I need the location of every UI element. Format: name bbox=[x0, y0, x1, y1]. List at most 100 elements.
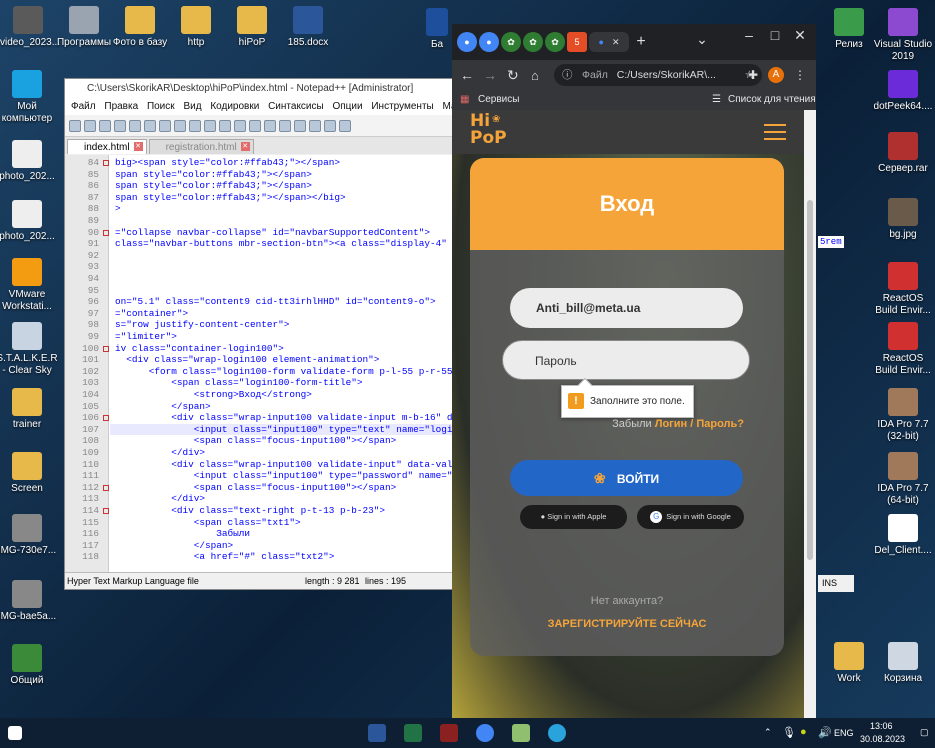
volume-icon[interactable]: 🔊 bbox=[818, 726, 832, 739]
desktop-icon[interactable]: trainer bbox=[0, 388, 58, 431]
desktop-icon[interactable]: Фото в базу bbox=[112, 6, 168, 49]
new-tab-button[interactable]: + bbox=[631, 32, 651, 52]
forward-icon[interactable]: → bbox=[483, 67, 497, 83]
browser-tab[interactable]: ● bbox=[457, 32, 477, 52]
extensions-icon[interactable]: ✚ bbox=[748, 68, 758, 82]
desktop-icon[interactable]: dotPeek64.... bbox=[872, 70, 934, 113]
browser-window[interactable]: ● ● ✿ ✿ ✿ 5 ● ✕ + ⌄ – □ ✕ ← → ↻ ⌂ ⓘ Файл … bbox=[452, 24, 816, 718]
cut-icon[interactable] bbox=[159, 119, 171, 132]
desktop-icon[interactable]: VMware Workstati... bbox=[0, 258, 58, 313]
browser-tab[interactable]: 5 bbox=[567, 32, 587, 52]
desktop-icon[interactable]: hiPoP bbox=[224, 6, 280, 49]
bookmark-reading-list[interactable]: Список для чтения bbox=[728, 90, 816, 110]
browser-tab[interactable]: ● bbox=[479, 32, 499, 52]
menu-file[interactable]: Файл bbox=[71, 101, 96, 112]
desktop-icon[interactable]: Visual Studio 2019 bbox=[872, 8, 934, 63]
close-tab-icon[interactable]: ✕ bbox=[240, 142, 250, 151]
page-scrollbar[interactable] bbox=[804, 110, 816, 718]
menu-icon[interactable]: ⋮ bbox=[794, 68, 806, 82]
chevron-up-icon[interactable]: ⌃ bbox=[764, 727, 772, 738]
desktop-icon[interactable]: Программы bbox=[56, 6, 112, 49]
copy-icon[interactable] bbox=[174, 119, 186, 132]
desktop-icon[interactable]: Work bbox=[818, 642, 880, 685]
notepadpp-taskbar-icon[interactable] bbox=[512, 724, 530, 742]
lang-indicator[interactable]: ENG bbox=[834, 728, 854, 738]
paragraph-icon[interactable] bbox=[339, 119, 351, 132]
menu-tools[interactable]: Инструменты bbox=[371, 101, 433, 112]
google-signin-button[interactable]: G Sign in with Google bbox=[637, 505, 744, 529]
browser-tab[interactable]: ✿ bbox=[501, 32, 521, 52]
desktop-icon[interactable]: Мой компьютер bbox=[0, 70, 58, 125]
desktop-icon[interactable]: photo_202... bbox=[0, 200, 58, 243]
desktop-icon[interactable]: 185.docx bbox=[280, 6, 336, 49]
desktop-icon[interactable]: S.T.A.L.K.E.R - Clear Sky bbox=[0, 322, 58, 377]
close-icon[interactable] bbox=[129, 119, 141, 132]
clock-time[interactable]: 13:06 bbox=[870, 721, 893, 731]
desktop-icon-partial[interactable]: Ба bbox=[420, 8, 454, 51]
desktop-icon[interactable]: IMG-730e7... bbox=[0, 514, 58, 557]
desktop-icon[interactable]: bg.jpg bbox=[872, 198, 934, 241]
wrap-icon[interactable] bbox=[309, 119, 321, 132]
new-file-icon[interactable] bbox=[69, 119, 81, 132]
fold-marker-icon[interactable] bbox=[103, 229, 109, 236]
tab-index-html[interactable]: index.html ✕ bbox=[67, 139, 147, 154]
word-taskbar-icon[interactable] bbox=[368, 724, 386, 742]
redo-icon[interactable] bbox=[219, 119, 231, 132]
back-icon[interactable]: ← bbox=[460, 67, 474, 83]
omnibox[interactable]: ⓘ Файл C:/Users/SkorikAR\... ☆ bbox=[554, 64, 762, 86]
menu-search[interactable]: Поиск bbox=[147, 101, 175, 112]
maximize-icon[interactable]: □ bbox=[761, 24, 789, 46]
fold-marker-icon[interactable] bbox=[103, 415, 109, 422]
desktop-icon[interactable]: IDA Pro 7.7 (32-bit) bbox=[872, 388, 934, 443]
open-file-icon[interactable] bbox=[84, 119, 96, 132]
zoom-in-icon[interactable] bbox=[264, 119, 276, 132]
site-logo[interactable]: Hi PoP bbox=[470, 113, 507, 147]
menu-edit[interactable]: Правка bbox=[104, 101, 138, 112]
reading-list-icon[interactable]: ☰ bbox=[712, 90, 721, 110]
desktop-icon[interactable]: Корзина bbox=[872, 642, 934, 685]
clock-date[interactable]: 30.08.2023 bbox=[860, 734, 905, 744]
tray-app-icon[interactable]: ● bbox=[800, 726, 807, 738]
desktop-icon[interactable]: Релиз bbox=[818, 8, 880, 51]
apple-signin-button[interactable]: ● Sign in with Apple bbox=[520, 505, 627, 529]
apps-icon[interactable]: ▦ bbox=[460, 90, 469, 110]
menu-options[interactable]: Опции bbox=[332, 101, 362, 112]
register-link[interactable]: ЗАРЕГИСТРИРУЙТЕ СЕЙЧАС bbox=[470, 618, 784, 630]
desktop-icon[interactable]: photo_202... bbox=[0, 140, 58, 183]
menu-view[interactable]: Вид bbox=[183, 101, 201, 112]
password-field[interactable]: Пароль bbox=[502, 340, 750, 380]
browser-tab[interactable]: ✿ bbox=[523, 32, 543, 52]
desktop-icon[interactable]: IMG-bae5a... bbox=[0, 580, 58, 623]
telegram-taskbar-icon[interactable] bbox=[548, 724, 566, 742]
save-icon[interactable] bbox=[99, 119, 111, 132]
hamburger-menu-icon[interactable] bbox=[764, 124, 786, 145]
fold-marker-icon[interactable] bbox=[103, 508, 109, 514]
browser-tab[interactable]: ✿ bbox=[545, 32, 565, 52]
print-icon[interactable] bbox=[144, 119, 156, 132]
login-button[interactable]: ❀ ВОЙТИ bbox=[510, 460, 743, 496]
app-taskbar-icon[interactable] bbox=[440, 724, 458, 742]
desktop-icon[interactable]: ReactOS Build Envir... bbox=[872, 322, 934, 377]
bookmark-services[interactable]: Сервисы bbox=[478, 90, 519, 110]
zoom-out-icon[interactable] bbox=[279, 119, 291, 132]
indent-icon[interactable] bbox=[324, 119, 336, 132]
fold-marker-icon[interactable] bbox=[103, 160, 109, 166]
notepad-window[interactable]: C:\Users\SkorikAR\Desktop\hiPoP\index.ht… bbox=[64, 78, 456, 590]
find-icon[interactable] bbox=[234, 119, 246, 132]
profile-avatar[interactable]: A bbox=[768, 67, 784, 83]
scrollbar-thumb[interactable] bbox=[807, 200, 813, 560]
desktop-icon[interactable]: Del_Client.... bbox=[872, 514, 934, 557]
replace-icon[interactable] bbox=[249, 119, 261, 132]
home-icon[interactable]: ⌂ bbox=[531, 68, 539, 83]
minimize-icon[interactable]: – bbox=[735, 24, 763, 46]
tab-search-icon[interactable]: ⌄ bbox=[688, 28, 716, 50]
email-field[interactable]: Anti_bill@meta.ua bbox=[510, 288, 743, 328]
close-tab-icon[interactable]: ✕ bbox=[133, 142, 143, 151]
desktop-icon[interactable]: http bbox=[168, 6, 224, 49]
sync-icon[interactable] bbox=[294, 119, 306, 132]
excel-taskbar-icon[interactable] bbox=[404, 724, 422, 742]
notification-icon[interactable]: ▢ bbox=[920, 727, 929, 738]
start-icon[interactable] bbox=[8, 726, 22, 740]
close-tab-icon[interactable]: ✕ bbox=[612, 37, 620, 48]
forgot-link[interactable]: Логин / Пароль? bbox=[655, 418, 744, 430]
